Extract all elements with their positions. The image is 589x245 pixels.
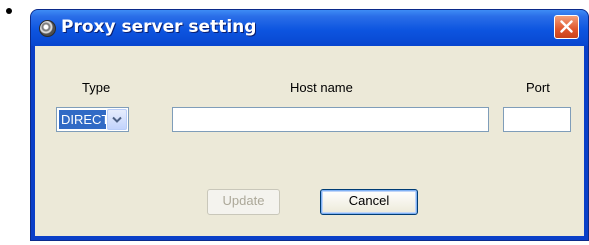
type-selected-value: DIRECT [59, 110, 110, 129]
close-icon [560, 20, 573, 33]
title-bar[interactable]: Proxy server setting [31, 10, 588, 46]
chevron-down-icon [112, 116, 122, 123]
proxy-dialog: Proxy server setting Type Host name Port… [31, 10, 588, 240]
port-label: Port [526, 80, 550, 95]
port-input[interactable] [503, 107, 571, 132]
host-name-label: Host name [290, 80, 353, 95]
list-bullet [6, 8, 12, 14]
proxy-app-icon [39, 20, 56, 37]
dialog-title: Proxy server setting [61, 17, 257, 37]
update-button[interactable]: Update [207, 189, 280, 215]
cancel-button[interactable]: Cancel [320, 189, 418, 215]
type-label: Type [82, 80, 111, 95]
type-dropdown-button[interactable] [107, 109, 127, 130]
dialog-body: Type Host name Port DIRECT Update Cancel [35, 46, 584, 236]
host-name-input[interactable] [172, 107, 489, 132]
type-select[interactable]: DIRECT [56, 107, 129, 132]
close-button[interactable] [554, 15, 579, 39]
